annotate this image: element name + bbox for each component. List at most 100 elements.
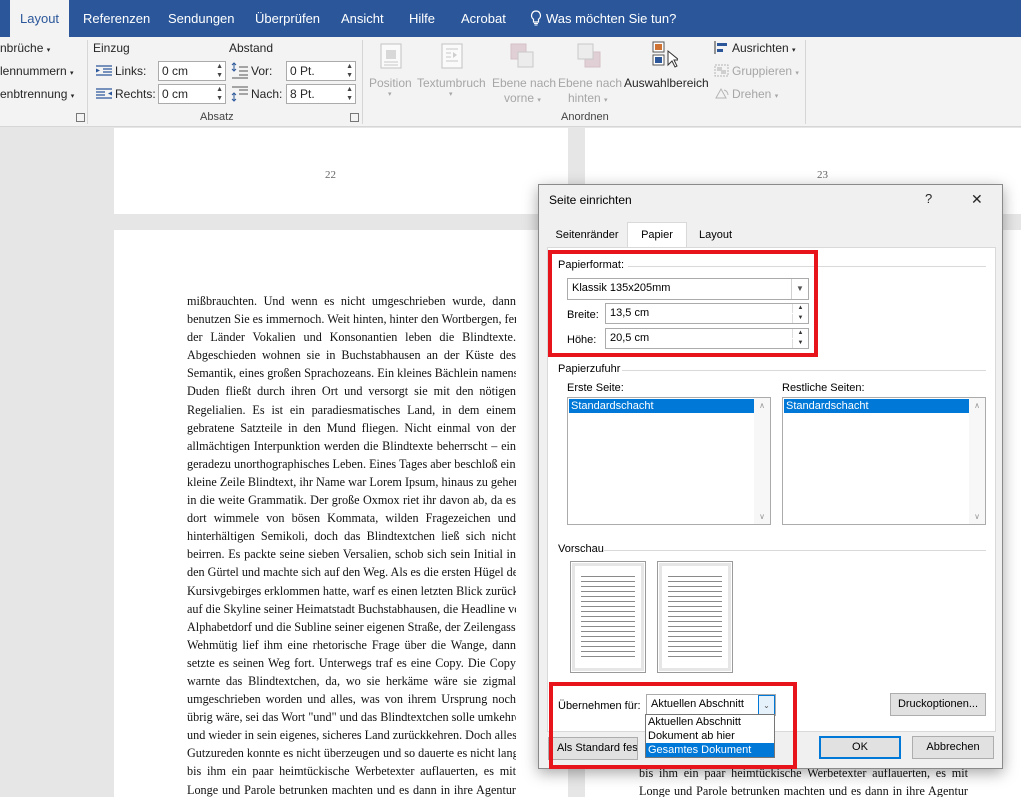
close-icon[interactable]: ✕ [971,191,983,208]
text-line: umgeschrieben worden und alles, was von … [187,692,516,707]
ebene-vorne-text: vorne [504,91,535,105]
scroll-up-icon[interactable]: ∧ [754,401,770,410]
tab-hilfe[interactable]: Hilfe [409,0,435,37]
ebene-hinten-label-1: Ebene nach [558,76,623,90]
preview-line [581,616,635,617]
erste-seite-item[interactable]: Standardschacht [569,399,754,413]
spacing-after-icon [231,86,248,102]
abbrechen-button[interactable]: Abbrechen [912,736,994,759]
restliche-seiten-item[interactable]: Standardschacht [784,399,969,413]
tab-ansicht[interactable]: Ansicht [341,0,384,37]
text-line: Duden fließt durch ihren Ort und versorg… [187,384,516,399]
auswahlbereich-label: Auswahlbereich [624,76,709,90]
text-line: in die weite Grammatik. Der große Oxmox … [187,493,516,508]
lightbulb-icon [530,10,542,26]
preview-line [581,631,635,632]
scrollbar[interactable]: ∧ ∨ [754,398,770,524]
umbrueche-button[interactable]: nbrüche ▾ [0,41,50,55]
divider [622,370,986,371]
preview-page-right [657,561,733,673]
text-line: Abgeschieden wohnen sie in Buchstabhause… [187,348,516,363]
links-indent-input[interactable]: 0 cm ▲ ▼ [158,61,226,81]
tab-layout-dialog[interactable]: Layout [688,223,743,247]
text-line: dort wimmele von bösen Kommata, wilden F… [187,511,516,526]
text-line: beirren. Es packte seine sieben Versalie… [187,547,516,562]
ok-button[interactable]: OK [819,736,901,759]
drehen-button[interactable]: Drehen ▾ [714,87,778,101]
text-line: Alphabetdorf und die Subline seiner eige… [187,619,516,634]
preview-line [668,596,722,597]
indent-right-icon [96,88,112,99]
absatz-group-label: Absatz [200,111,234,123]
tab-layout[interactable]: Layout [10,0,70,37]
zeilennummern-button[interactable]: lennummern ▾ [0,64,74,78]
preview-line [668,601,722,602]
preview-line [581,651,635,652]
word-window: Layout Referenzen Sendungen Überprüfen A… [0,0,1021,797]
tab-acrobat[interactable]: Acrobat [461,0,506,37]
ebene-hinten-label-2: hinten ▾ [568,91,608,105]
scroll-down-icon[interactable]: ∨ [969,512,985,521]
links-label: Links: [115,64,147,78]
anordnen-group-label: Anordnen [561,111,609,123]
ausrichten-label: Ausrichten [732,41,789,55]
seite-einrichten-launcher-icon[interactable] [76,113,85,122]
ausrichten-button[interactable]: Ausrichten ▾ [714,41,796,55]
preview-line [581,646,635,647]
spin-arrows-icon[interactable]: ▲ ▼ [346,62,353,80]
preview-line [581,641,635,642]
spin-arrows-icon[interactable]: ▲ ▼ [346,85,353,103]
umbrueche-label: nbrüche [0,41,44,55]
scroll-up-icon[interactable]: ∧ [969,401,985,410]
chevron-down-icon: ▾ [449,91,453,98]
document-body-text[interactable]: mißbrauchten. Und wenn es nicht umgeschr… [187,292,516,797]
spin-arrows-icon[interactable]: ▲ ▼ [216,85,223,103]
preview-line [581,576,635,577]
vor-spacing-input[interactable]: 0 Pt. ▲ ▼ [286,61,356,81]
spin-arrows-icon[interactable]: ▲ ▼ [216,62,223,80]
erste-seite-listbox[interactable]: Standardschacht ∧ ∨ [567,397,771,525]
scrollbar[interactable]: ∧ ∨ [969,398,985,524]
restliche-seiten-label: Restliche Seiten: [782,382,865,394]
scroll-down-icon[interactable]: ∨ [754,512,770,521]
dialog-title: Seite einrichten [549,193,632,207]
restliche-seiten-listbox[interactable]: Standardschacht ∧ ∨ [782,397,986,525]
indent-left-icon [96,65,112,76]
drehen-label: Drehen [732,87,772,101]
absatz-launcher-icon[interactable] [350,113,359,122]
divider [604,550,986,551]
nach-spacing-input[interactable]: 8 Pt. ▲ ▼ [286,84,356,104]
text-line: und wieder in sein eigenes, sicheres Lan… [187,728,516,743]
text-line: Wehmütig lief ihm eine rhetorische Frage… [187,637,516,652]
page-number-22: 22 [325,169,336,181]
selection-pane-icon [652,41,678,68]
silbentrennung-button[interactable]: enbtrennung ▾ [0,87,74,101]
page-22-bottom [114,128,568,214]
gruppieren-button[interactable]: Gruppieren ▾ [714,64,799,78]
position-icon [380,43,402,69]
tab-seitenraender[interactable]: Seitenränder [548,223,626,247]
text-line: Semantik, eines großen Sprachozeans. Ein… [187,366,516,381]
text-line: bis ihm ein paar heimtückische Werbetext… [187,764,516,779]
help-button[interactable]: ? [925,191,932,206]
ebene-vorne-label-1: Ebene nach [492,76,557,90]
text-line: kleine Zeile Blindtext, ihr Name war Lor… [187,474,516,489]
text-line: Gutzureden konnte es nicht überzeugen un… [187,746,516,761]
rechts-label: Rechts: [115,87,156,101]
preview-line [668,586,722,587]
tell-me-box[interactable]: Was möchten Sie tun? [530,0,676,37]
tab-papier[interactable]: Papier [627,222,687,248]
text-line: mißbrauchten. Und wenn es nicht umgeschr… [187,294,516,308]
preview-line [668,631,722,632]
preview-line [668,636,722,637]
tab-ueberpruefen[interactable]: Überprüfen [255,0,320,37]
tell-me-text: Was möchten Sie tun? [546,11,677,26]
preview-line [581,636,635,637]
gruppieren-label: Gruppieren [732,64,793,78]
rechts-indent-input[interactable]: 0 cm ▲ ▼ [158,84,226,104]
druckoptionen-button[interactable]: Druckoptionen... [890,693,986,716]
preview-line [581,601,635,602]
tab-referenzen[interactable]: Referenzen [83,0,150,37]
preview-line [668,611,722,612]
tab-sendungen[interactable]: Sendungen [168,0,235,37]
